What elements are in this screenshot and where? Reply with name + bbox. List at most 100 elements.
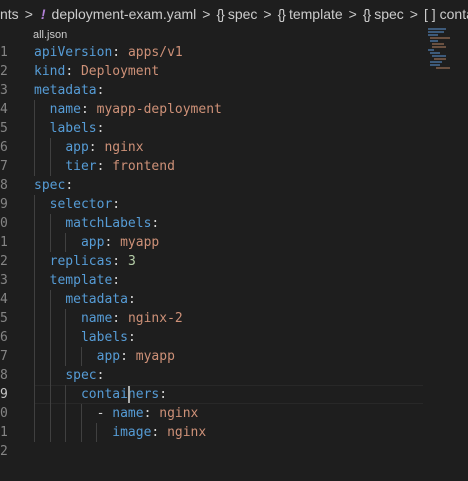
code-line: spec: xyxy=(34,366,222,385)
yaml-key: metadata xyxy=(34,83,97,98)
code-indent: - xyxy=(34,406,113,421)
indent-guide xyxy=(49,290,51,442)
code-line: app: myapp xyxy=(34,347,222,366)
chevron-right-icon: > xyxy=(409,6,418,22)
colon: : xyxy=(96,368,105,383)
line-number: 2 xyxy=(0,254,8,269)
colon: : xyxy=(96,121,105,136)
object-icon: {} xyxy=(362,6,371,22)
yaml-key: metadata xyxy=(65,292,128,307)
yaml-key: replicas xyxy=(49,254,113,269)
code-line: apiVersion: apps/v1 xyxy=(34,43,222,62)
yaml-key: name xyxy=(112,406,144,421)
colon: : xyxy=(151,216,160,231)
colon: : xyxy=(143,406,152,421)
indent-guide xyxy=(49,138,51,176)
indent-guide xyxy=(34,195,35,442)
line-number: 8 xyxy=(0,368,8,383)
line-number: 6 xyxy=(0,140,8,155)
yaml-file-icon: ! xyxy=(40,6,46,22)
array-icon: [ ] xyxy=(423,6,436,22)
line-number: 5 xyxy=(0,121,8,136)
chevron-right-icon: > xyxy=(263,6,272,22)
indent-guide xyxy=(65,309,67,366)
code-line: template: xyxy=(34,271,222,290)
breadcrumb-spec[interactable]: {} spec xyxy=(216,6,257,22)
breadcrumb-file-label: deployment-exam.yaml xyxy=(51,6,197,22)
chevron-right-icon: > xyxy=(24,6,33,22)
yaml-value: myapp-deployment xyxy=(96,102,222,117)
breadcrumb-spec-inner[interactable]: {} spec xyxy=(363,6,404,22)
indent-guide xyxy=(80,347,82,366)
code-line: name: myapp-deployment xyxy=(34,100,222,119)
breadcrumb-containers-label: containers xyxy=(439,6,468,22)
line-number-gutter[interactable]: 1 2 3 4 5 6 7 8 9 0 1 2 3 4 5 6 7 8 9 0 1 2 xyxy=(0,43,20,461)
yaml-key: spec xyxy=(65,368,97,383)
colon: : xyxy=(112,273,121,288)
line-number: 0 xyxy=(0,216,8,231)
yaml-key: template xyxy=(49,273,113,288)
yaml-key: kind xyxy=(34,64,66,79)
colon: : xyxy=(88,140,97,155)
line-number: 1 xyxy=(0,425,8,440)
breadcrumb-template[interactable]: {} template xyxy=(278,6,343,22)
object-icon: {} xyxy=(216,6,224,22)
yaml-key: app xyxy=(80,235,105,250)
yaml-key: labels xyxy=(80,330,128,345)
line-number: 1 xyxy=(0,235,8,250)
yaml-key: app xyxy=(65,140,89,155)
minimap-line xyxy=(434,58,446,60)
minimap[interactable] xyxy=(428,28,458,78)
line-number: 4 xyxy=(0,102,8,117)
code-line: labels: xyxy=(34,119,222,138)
line-number: 9 xyxy=(0,387,8,402)
code-line: name: nginx-2 xyxy=(34,309,222,328)
breadcrumb-spec-label: spec xyxy=(227,6,258,22)
minimap-line xyxy=(428,31,444,33)
line-number: 7 xyxy=(0,349,8,364)
indent-guide xyxy=(65,233,67,252)
colon: : xyxy=(127,330,136,345)
schema-tooltip: all.json xyxy=(33,29,68,41)
minimap-line xyxy=(436,67,450,69)
code-line: kind: Deployment xyxy=(34,62,222,81)
indent-guide xyxy=(65,385,67,442)
yaml-key: matchLabels xyxy=(65,216,152,231)
line-number: 3 xyxy=(0,83,8,98)
yaml-key: containers xyxy=(80,387,160,402)
colon: : xyxy=(112,254,121,269)
yaml-key: name xyxy=(80,311,113,326)
colon: : xyxy=(80,102,89,117)
line-number: 0 xyxy=(0,406,8,421)
breadcrumb-file[interactable]: ! deployment-exam.yaml xyxy=(39,6,196,22)
yaml-value: nginx xyxy=(167,425,207,440)
colon: : xyxy=(112,45,121,60)
object-icon: {} xyxy=(277,6,286,22)
breadcrumb-template-label: template xyxy=(288,6,343,22)
line-number: 5 xyxy=(0,311,8,326)
yaml-key: image xyxy=(112,425,152,440)
breadcrumb-folder[interactable]: nts xyxy=(0,6,19,22)
code-line: spec: xyxy=(34,176,222,195)
yaml-key: tier xyxy=(65,159,97,174)
yaml-key: spec xyxy=(34,178,66,193)
colon: : xyxy=(120,349,128,364)
code-line: - name: nginx xyxy=(34,404,222,423)
line-number: 9 xyxy=(0,197,8,212)
minimap-line xyxy=(430,37,450,39)
yaml-key: app xyxy=(96,349,121,364)
code-line: tier: frontend xyxy=(34,157,222,176)
yaml-value: apps/v1 xyxy=(127,45,183,60)
minimap-line xyxy=(432,43,444,45)
chevron-right-icon: > xyxy=(202,6,211,22)
code-line: image: nginx xyxy=(34,423,222,442)
colon: : xyxy=(159,387,168,402)
breadcrumb-containers[interactable]: [ ] containers xyxy=(424,6,468,22)
